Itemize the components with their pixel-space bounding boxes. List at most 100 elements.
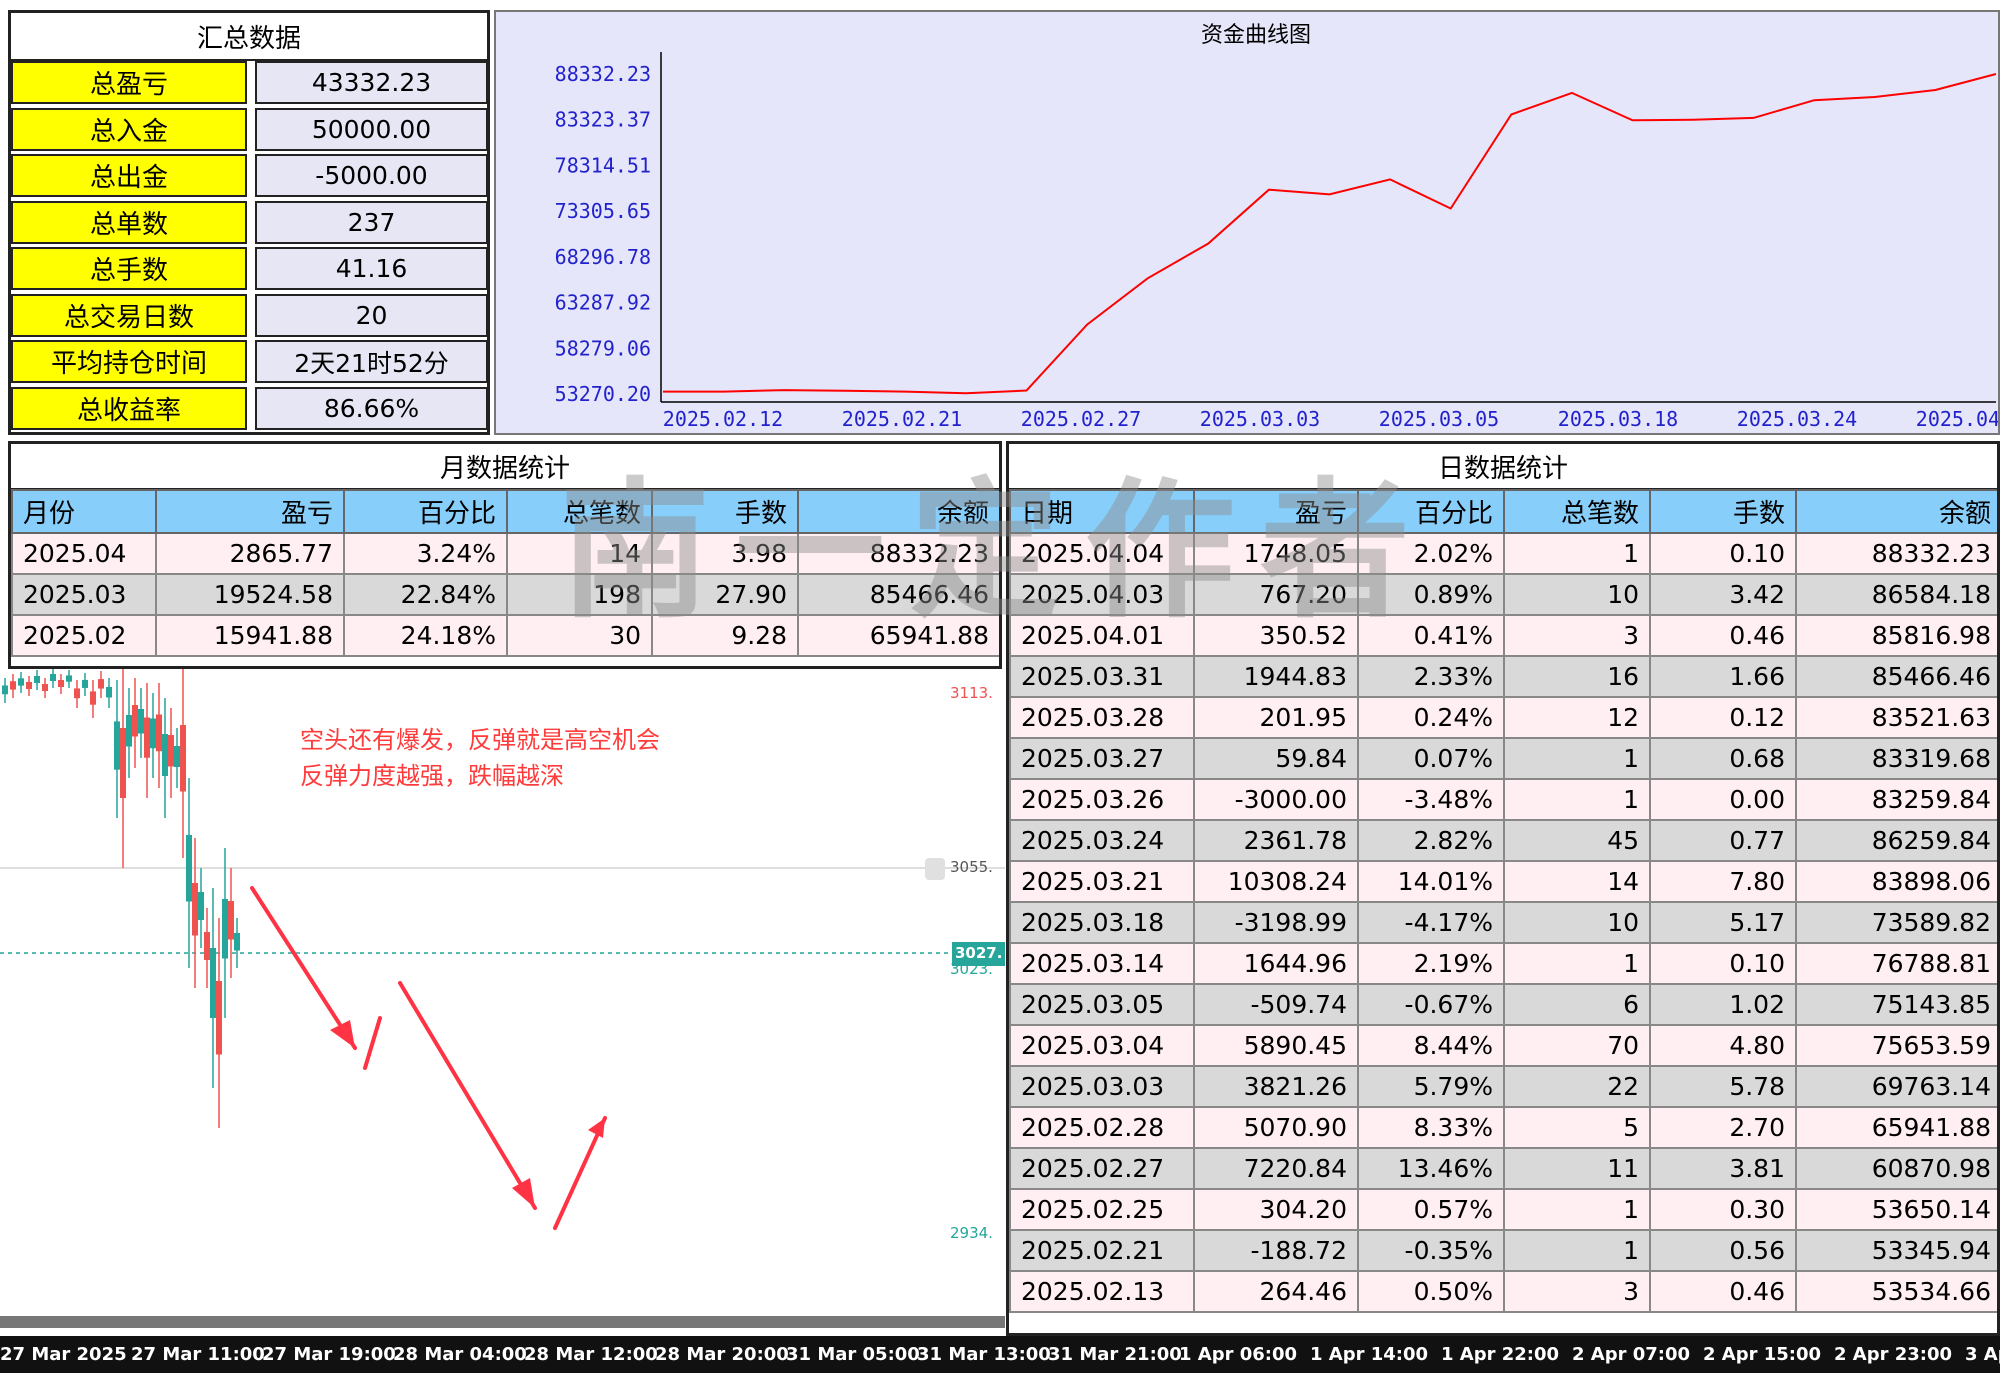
daily-cell: 5.17	[1649, 901, 1797, 944]
summary-value: -5000.00	[255, 154, 488, 197]
daily-table-row[interactable]: 2025.02.25 304.20 0.57% 1 0.30 53650.14	[1009, 1188, 1997, 1231]
time-axis-label: 31 Mar 21:00	[1048, 1344, 1182, 1365]
time-axis-label: 27 Mar 2025	[0, 1344, 127, 1365]
daily-cell: 5	[1503, 1106, 1651, 1149]
monthly-header-cell[interactable]: 百分比	[343, 489, 508, 534]
daily-cell: 767.20	[1193, 573, 1359, 616]
daily-cell: 75653.59	[1795, 1024, 1997, 1067]
daily-table-row[interactable]: 2025.02.27 7220.84 13.46% 11 3.81 60870.98	[1009, 1147, 1997, 1190]
daily-header-cell[interactable]: 百分比	[1357, 489, 1505, 534]
daily-table-row[interactable]: 2025.03.18 -3198.99 -4.17% 10 5.17 73589.82	[1009, 901, 1997, 944]
monthly-header-cell[interactable]: 总笔数	[506, 489, 653, 534]
candle-body	[156, 714, 162, 752]
daily-table-row[interactable]: 2025.04.04 1748.05 2.02% 1 0.10 88332.23	[1009, 532, 1997, 575]
drawn-arrow-line[interactable]	[250, 886, 357, 1050]
drawn-arrow-line[interactable]	[363, 1016, 382, 1070]
daily-table-row[interactable]: 2025.02.28 5070.90 8.33% 5 2.70 65941.88	[1009, 1106, 1997, 1149]
daily-table-row[interactable]: 2025.03.24 2361.78 2.82% 45 0.77 86259.84	[1009, 819, 1997, 862]
candle-body	[174, 746, 180, 767]
daily-cell: 5890.45	[1193, 1024, 1359, 1067]
daily-cell: 22	[1503, 1065, 1651, 1108]
daily-table-row[interactable]: 2025.03.26 -3000.00 -3.48% 1 0.00 83259.84	[1009, 778, 1997, 821]
monthly-table-row[interactable]: 2025.04 2865.77 3.24% 14 3.98 88332.23	[11, 532, 999, 575]
candle-body	[138, 709, 144, 734]
daily-cell: 73589.82	[1795, 901, 1997, 944]
horizontal-scrollbar[interactable]	[0, 1316, 1005, 1328]
daily-table-row[interactable]: 2025.04.01 350.52 0.41% 3 0.46 85816.98	[1009, 614, 1997, 657]
drawn-arrows[interactable]	[250, 886, 607, 1230]
monthly-header-cell[interactable]: 盈亏	[155, 489, 345, 534]
daily-table-row[interactable]: 2025.03.04 5890.45 8.44% 70 4.80 75653.59	[1009, 1024, 1997, 1067]
x-tick-label: 2025.03.03	[1200, 407, 1320, 431]
daily-cell: 1748.05	[1193, 532, 1359, 575]
candle-body	[198, 892, 204, 920]
daily-cell: 11	[1503, 1147, 1651, 1190]
summary-row: 总单数 237	[11, 199, 488, 244]
summary-label: 总收益率	[11, 386, 247, 430]
monthly-header-cell[interactable]: 手数	[651, 489, 799, 534]
monthly-cell: 2025.03	[11, 573, 157, 616]
daily-stats-panel[interactable]: 日数据统计 日期 盈亏 百分比 总笔数 手数 余额 2025.04.04 1748.05 2.…	[1006, 441, 2000, 1336]
daily-table-row[interactable]: 2025.03.27 59.84 0.07% 1 0.68 83319.68	[1009, 737, 1997, 780]
daily-cell: 45	[1503, 819, 1651, 862]
daily-cell: 2025.02.21	[1009, 1229, 1195, 1272]
candle-body	[234, 933, 240, 951]
daily-cell: 5.79%	[1357, 1065, 1505, 1108]
daily-table-row[interactable]: 2025.03.05 -509.74 -0.67% 6 1.02 75143.85	[1009, 983, 1997, 1026]
daily-cell: 2025.03.27	[1009, 737, 1195, 780]
monthly-header-cell[interactable]: 月份	[11, 489, 157, 534]
candle-body	[228, 901, 234, 940]
monthly-header-cell[interactable]: 余额	[797, 489, 999, 534]
candle-body	[98, 679, 104, 689]
daily-cell: 0.56	[1649, 1229, 1797, 1272]
daily-cell: 88332.23	[1795, 532, 1997, 575]
monthly-table-row[interactable]: 2025.03 19524.58 22.84% 198 27.90 85466.46	[11, 573, 999, 616]
summary-value: 41.16	[255, 247, 488, 290]
price-label-2934: 2934.	[950, 1224, 993, 1242]
daily-header-cell[interactable]: 总笔数	[1503, 489, 1651, 534]
daily-cell: 0.24%	[1357, 696, 1505, 739]
y-tick-label: 53270.20	[555, 382, 651, 406]
summary-value: 86.66%	[255, 386, 488, 430]
daily-cell: -3000.00	[1193, 778, 1359, 821]
daily-header-cell[interactable]: 盈亏	[1193, 489, 1359, 534]
daily-cell: 83898.06	[1795, 860, 1997, 903]
daily-cell: 59.84	[1193, 737, 1359, 780]
daily-header-cell[interactable]: 手数	[1649, 489, 1797, 534]
daily-cell: 75143.85	[1795, 983, 1997, 1026]
daily-cell: 2025.03.21	[1009, 860, 1195, 903]
monthly-table-row[interactable]: 2025.02 15941.88 24.18% 30 9.28 65941.88	[11, 614, 999, 657]
daily-table-row[interactable]: 2025.03.14 1644.96 2.19% 1 0.10 76788.81	[1009, 942, 1997, 985]
x-tick-label: 2025.04.04	[1916, 407, 1998, 431]
time-axis: 27 Mar 2025 27 Mar 11:00 27 Mar 19:00 28 Ma…	[0, 1336, 2000, 1373]
monthly-cell: 88332.23	[797, 532, 999, 575]
daily-cell: 83521.63	[1795, 696, 1997, 739]
monthly-stats-panel: 月数据统计 月份 盈亏 百分比 总笔数 手数 余额 2025.04 2865.77 3.24%…	[8, 441, 1002, 669]
daily-table-row[interactable]: 2025.02.13 264.46 0.50% 3 0.46 53534.66	[1009, 1270, 1997, 1313]
daily-header-cell[interactable]: 余额	[1795, 489, 1997, 534]
daily-table-row[interactable]: 2025.03.31 1944.83 2.33% 16 1.66 85466.46	[1009, 655, 1997, 698]
daily-header-cell[interactable]: 日期	[1009, 489, 1195, 534]
candle-body	[180, 725, 186, 792]
equity-curve-panel: 资金曲线图 88332.23 83323.37 78314.51 73305.65 68…	[494, 10, 2000, 435]
price-chart[interactable]: 空头还有爆发，反弹就是高空机会 反弹力度越强，跌幅越深 3113. 3055. …	[0, 668, 1005, 1328]
daily-cell: 14	[1503, 860, 1651, 903]
daily-cell: 76788.81	[1795, 942, 1997, 985]
monthly-cell: 15941.88	[155, 614, 345, 657]
daily-table-row[interactable]: 2025.03.21 10308.24 14.01% 14 7.80 83898.06	[1009, 860, 1997, 903]
daily-cell: 10	[1503, 573, 1651, 616]
candle-body	[168, 735, 174, 767]
candle-body	[2, 685, 8, 695]
bell-alert-icon[interactable]	[925, 858, 945, 880]
daily-table-row[interactable]: 2025.03.03 3821.26 5.79% 22 5.78 69763.14	[1009, 1065, 1997, 1108]
daily-cell: 86259.84	[1795, 819, 1997, 862]
daily-table-row[interactable]: 2025.03.28 201.95 0.24% 12 0.12 83521.63	[1009, 696, 1997, 739]
drawn-arrow-line[interactable]	[398, 981, 537, 1210]
daily-cell: 3	[1503, 614, 1651, 657]
candle-body	[222, 899, 228, 959]
candle-body	[90, 691, 96, 705]
time-axis-label: 1 Apr 22:00	[1441, 1344, 1560, 1365]
daily-cell: 14.01%	[1357, 860, 1505, 903]
daily-table-row[interactable]: 2025.02.21 -188.72 -0.35% 1 0.56 53345.94	[1009, 1229, 1997, 1272]
daily-table-row[interactable]: 2025.04.03 767.20 0.89% 10 3.42 86584.18	[1009, 573, 1997, 616]
